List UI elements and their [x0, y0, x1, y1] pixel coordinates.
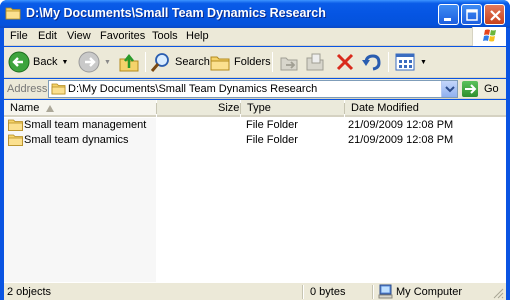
file-date: 21/09/2009 12:08 PM: [348, 119, 454, 131]
menu-tools[interactable]: Tools: [152, 30, 178, 42]
status-divider: [302, 285, 304, 299]
window-title: D:\My Documents\Small Team Dynamics Rese…: [26, 6, 326, 20]
move-to-icon: [280, 57, 298, 71]
back-arrow-icon: [8, 51, 30, 73]
delete-icon: [336, 53, 354, 71]
menu-favorites[interactable]: Favorites: [100, 30, 145, 42]
search-label: Search: [175, 56, 210, 68]
file-list: Name Size Type Date Modified Small team …: [4, 100, 506, 282]
folder-icon: [51, 83, 66, 95]
copy-to-button[interactable]: [304, 50, 326, 74]
column-type-label: Type: [247, 102, 271, 114]
undo-button[interactable]: [360, 50, 382, 74]
folders-label: Folders: [234, 56, 271, 68]
folder-icon: [8, 134, 23, 146]
address-label: Address: [7, 83, 48, 95]
address-value: D:\My Documents\Small Team Dynamics Rese…: [68, 83, 318, 95]
go-button[interactable]: [462, 81, 478, 97]
status-object-count: 2 objects: [7, 286, 52, 298]
folders-button[interactable]: Folders: [209, 50, 271, 74]
column-header-type[interactable]: Type: [241, 100, 344, 117]
file-name: Small team management: [24, 119, 147, 131]
toolbar: Back ▼ ▼ Search Folders ▼: [4, 47, 506, 78]
undo-icon: [362, 54, 381, 71]
menu-edit[interactable]: Edit: [38, 30, 57, 42]
go-arrow-icon: [465, 84, 477, 94]
maximize-icon: [466, 9, 478, 21]
explorer-window: D:\My Documents\Small Team Dynamics Rese…: [0, 0, 510, 300]
column-size-label: Size: [218, 102, 240, 114]
close-button[interactable]: [484, 4, 505, 25]
maximize-button[interactable]: [461, 4, 482, 25]
file-type: File Folder: [246, 134, 298, 146]
column-header-date[interactable]: Date Modified: [345, 100, 506, 117]
column-header-size[interactable]: Size: [157, 100, 240, 117]
views-icon: [395, 53, 415, 71]
chevron-down-icon: [445, 86, 455, 93]
folders-icon: [210, 56, 230, 71]
views-button[interactable]: ▼: [394, 50, 427, 74]
folder-icon: [8, 119, 23, 131]
file-name: Small team dynamics: [24, 134, 129, 146]
back-dropdown-icon[interactable]: ▼: [61, 59, 68, 66]
address-bar: Address D:\My Documents\Small Team Dynam…: [4, 79, 506, 99]
search-icon: [150, 53, 169, 72]
status-location: My Computer: [396, 286, 463, 298]
back-button[interactable]: Back ▼: [8, 50, 68, 74]
address-dropdown-button[interactable]: [441, 81, 457, 97]
status-size: 0 bytes: [310, 286, 346, 298]
file-date: 21/09/2009 12:08 PM: [348, 134, 454, 146]
up-button[interactable]: [118, 50, 140, 74]
column-date-label: Date Modified: [351, 102, 419, 114]
back-label: Back: [33, 56, 58, 68]
my-computer-icon: [378, 284, 393, 299]
forward-arrow-icon: [78, 51, 100, 73]
column-header-name[interactable]: Name: [4, 100, 156, 117]
go-label[interactable]: Go: [484, 83, 499, 95]
delete-button[interactable]: [334, 50, 356, 74]
menu-view[interactable]: View: [67, 30, 91, 42]
toolbar-separator: [145, 52, 146, 72]
status-bar: 2 objects 0 bytes My Computer: [4, 282, 506, 300]
column-name-label: Name: [10, 102, 40, 114]
windows-logo: [472, 27, 506, 46]
folder-up-icon: [119, 53, 139, 72]
menu-help[interactable]: Help: [186, 30, 209, 42]
title-bar[interactable]: D:\My Documents\Small Team Dynamics Rese…: [0, 0, 510, 28]
minimize-icon: [444, 18, 451, 21]
views-dropdown-icon[interactable]: ▼: [420, 59, 427, 66]
toolbar-separator: [388, 52, 389, 72]
folder-icon: [5, 7, 21, 20]
forward-dropdown-icon[interactable]: ▼: [104, 59, 111, 66]
status-divider: [372, 285, 374, 299]
file-type: File Folder: [246, 119, 298, 131]
resize-grip-icon[interactable]: [492, 287, 504, 299]
forward-button[interactable]: ▼: [78, 50, 111, 74]
list-item[interactable]: Small team management File Folder 21/09/…: [4, 118, 506, 133]
sort-ascending-icon: [46, 105, 54, 112]
search-button[interactable]: Search: [150, 50, 210, 74]
copy-to-icon: [306, 53, 324, 71]
minimize-button[interactable]: [438, 4, 459, 25]
move-to-button[interactable]: [278, 50, 300, 74]
address-input[interactable]: D:\My Documents\Small Team Dynamics Rese…: [48, 80, 458, 98]
list-item[interactable]: Small team dynamics File Folder 21/09/20…: [4, 133, 506, 148]
menu-file[interactable]: File: [10, 30, 28, 42]
close-icon: [490, 10, 501, 21]
menu-bar: File Edit View Favorites Tools Help: [4, 27, 506, 46]
toolbar-separator: [272, 52, 273, 72]
